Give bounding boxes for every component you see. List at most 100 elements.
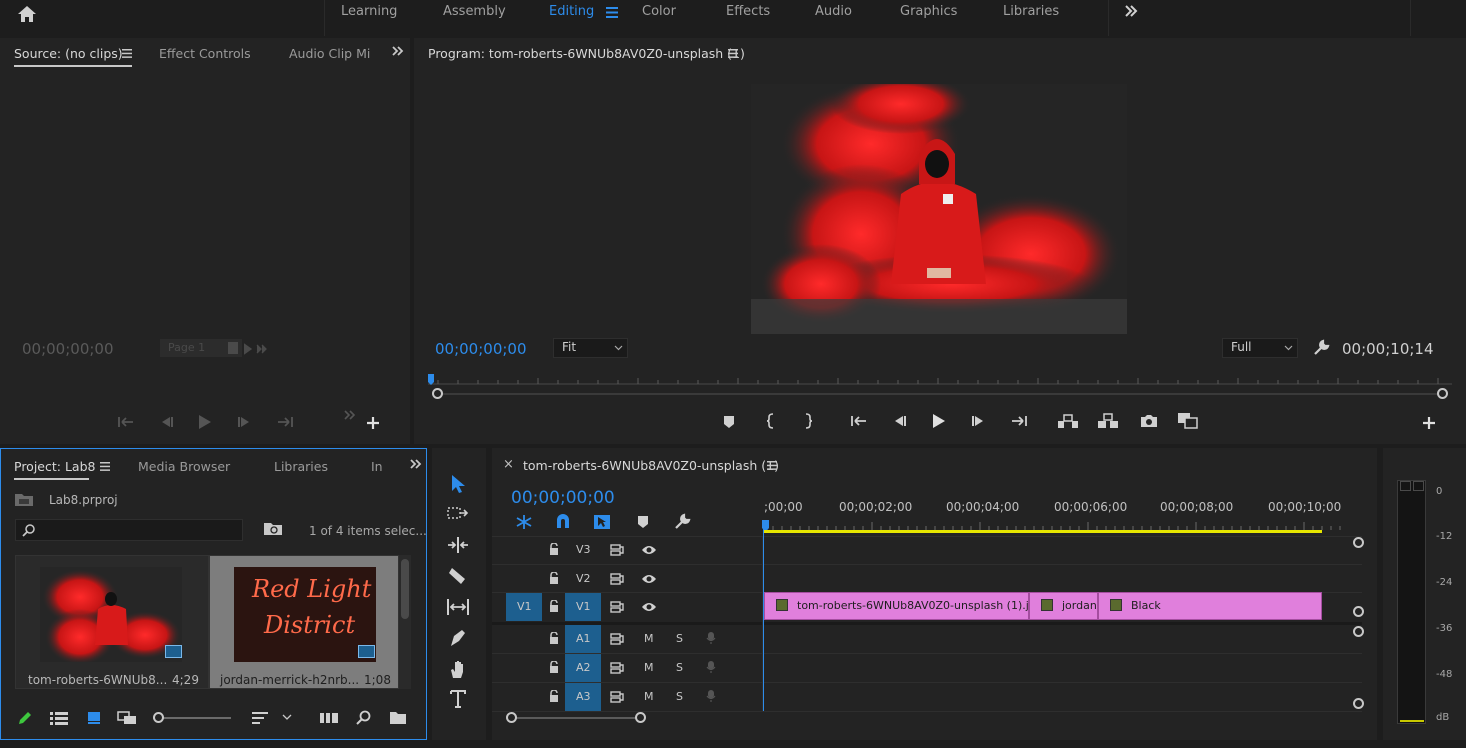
mark-out-icon[interactable] — [803, 413, 813, 429]
project-more-tabs-icon[interactable] — [410, 459, 422, 469]
eye-icon[interactable] — [641, 545, 657, 555]
track-select-tool-icon[interactable] — [447, 506, 469, 520]
playhead[interactable] — [763, 520, 764, 711]
tab-editing[interactable]: Editing — [549, 4, 594, 19]
program-zoom-scrollbar[interactable] — [432, 388, 1448, 400]
source-step-back-icon[interactable] — [158, 415, 174, 429]
compare-view-icon[interactable] — [1177, 412, 1199, 430]
voiceover-mic-icon[interactable] — [706, 660, 716, 674]
work-area-bar[interactable] — [764, 530, 1322, 533]
hand-tool-icon[interactable] — [449, 659, 467, 679]
close-sequence-button[interactable]: × — [503, 457, 514, 472]
mark-in-icon[interactable] — [766, 413, 776, 429]
eye-icon[interactable] — [641, 602, 657, 612]
mute-button[interactable]: M — [644, 661, 654, 674]
track-target-a1[interactable]: A1 — [565, 625, 601, 653]
audio-tracks-scroll-handle[interactable] — [1353, 698, 1364, 709]
type-tool-icon[interactable] — [450, 690, 466, 708]
track-name[interactable]: V3 — [576, 543, 591, 556]
program-add-button-icon[interactable] — [1422, 416, 1436, 430]
video-tracks-scroll-handle[interactable] — [1353, 606, 1364, 617]
tab-source[interactable]: Source: (no clips) — [14, 46, 123, 61]
write-protect-pencil-icon[interactable] — [17, 710, 33, 726]
video-tracks-scroll-handle[interactable] — [1353, 537, 1364, 548]
snap-magnet-icon[interactable] — [555, 514, 571, 530]
thumbnail-zoom-slider[interactable] — [153, 712, 231, 724]
timeline-clip[interactable]: tom-roberts-6WNUb8AV0Z0-unsplash (1).jpg — [764, 592, 1029, 620]
sync-lock-icon[interactable] — [610, 573, 624, 585]
tab-libraries-panel[interactable]: Libraries — [274, 459, 328, 474]
audio-tracks-scroll-handle[interactable] — [1353, 626, 1364, 637]
eye-icon[interactable] — [641, 574, 657, 584]
track-name[interactable]: V2 — [576, 572, 591, 585]
mute-button[interactable]: M — [644, 690, 654, 703]
tab-libraries[interactable]: Libraries — [1003, 4, 1059, 19]
tab-audio-clip-mixer[interactable]: Audio Clip Mi — [289, 46, 370, 61]
program-menu-icon[interactable] — [728, 49, 738, 58]
track-target-a2[interactable]: A2 — [565, 654, 601, 682]
source-go-to-out-icon[interactable] — [276, 415, 294, 429]
go-to-out-icon[interactable] — [1010, 414, 1028, 428]
timeline-clip[interactable]: Black — [1098, 592, 1322, 620]
track-target-v1[interactable]: V1 — [565, 593, 601, 621]
lock-icon[interactable] — [549, 690, 559, 702]
timeline-timecode[interactable]: 00;00;00;00 — [511, 488, 615, 508]
tab-audio[interactable]: Audio — [815, 4, 852, 19]
tab-media-browser[interactable]: Media Browser — [138, 459, 230, 474]
solo-button[interactable]: S — [676, 632, 683, 645]
add-marker-icon[interactable] — [723, 415, 735, 429]
sync-lock-icon[interactable] — [610, 691, 624, 703]
find-icon[interactable] — [356, 710, 372, 726]
tab-info[interactable]: In — [371, 459, 383, 474]
add-marker-timeline-icon[interactable] — [637, 515, 649, 529]
project-menu-icon[interactable] — [100, 462, 110, 471]
export-frame-icon[interactable] — [1140, 414, 1158, 428]
more-workspaces-icon[interactable] — [1124, 5, 1138, 17]
more-tabs-icon[interactable] — [392, 46, 404, 56]
home-icon[interactable] — [16, 4, 38, 24]
tab-graphics[interactable]: Graphics — [900, 4, 957, 19]
program-time-ruler[interactable] — [428, 374, 1452, 386]
source-add-button-icon[interactable] — [366, 416, 380, 430]
lock-icon[interactable] — [549, 600, 559, 612]
list-view-icon[interactable] — [50, 711, 68, 725]
program-monitor-frame[interactable] — [751, 84, 1127, 334]
lock-icon[interactable] — [549, 572, 559, 584]
tab-assembly[interactable]: Assembly — [443, 4, 506, 19]
project-item-thumbnail[interactable]: Red Light District jordan-merrick-h2nrb.… — [209, 555, 399, 689]
sequence-tab[interactable]: tom-roberts-6WNUb8AV0Z0-unsplash (1) — [523, 458, 779, 473]
automate-to-sequence-icon[interactable] — [319, 712, 339, 724]
settings-wrench-icon[interactable] — [1312, 339, 1330, 357]
sort-dropdown-chevron-icon[interactable] — [282, 714, 292, 720]
lock-icon[interactable] — [549, 632, 559, 644]
zoom-dropdown[interactable]: Fit — [553, 338, 628, 358]
timeline-clip[interactable]: jordan- — [1029, 592, 1098, 620]
find-folder-icon[interactable] — [263, 521, 283, 537]
sync-lock-icon[interactable] — [610, 601, 624, 613]
lock-icon[interactable] — [549, 661, 559, 673]
tab-effect-controls[interactable]: Effect Controls — [159, 46, 251, 61]
play-icon[interactable] — [932, 413, 946, 429]
slip-tool-icon[interactable] — [446, 598, 470, 616]
lock-icon[interactable] — [549, 543, 559, 555]
project-scrollbar[interactable] — [399, 555, 411, 689]
program-title[interactable]: Program: tom-roberts-6WNUb8AV0Z0-unsplas… — [428, 46, 745, 61]
quality-dropdown[interactable]: Full — [1222, 338, 1298, 358]
source-step-forward-icon[interactable] — [237, 415, 253, 429]
solo-button[interactable]: S — [676, 661, 683, 674]
voiceover-mic-icon[interactable] — [706, 689, 716, 703]
razor-tool-icon[interactable] — [448, 567, 468, 585]
track-target-a3[interactable]: A3 — [565, 683, 601, 711]
sync-lock-icon[interactable] — [610, 633, 624, 645]
source-more-icon[interactable] — [344, 410, 356, 420]
project-item-thumbnail[interactable]: tom-roberts-6WNUb8... 4;29 — [15, 555, 209, 689]
tab-learning[interactable]: Learning — [341, 4, 397, 19]
program-timecode[interactable]: 00;00;00;00 — [435, 340, 527, 358]
linked-selection-icon[interactable] — [593, 514, 611, 530]
selection-tool-icon[interactable] — [449, 474, 467, 494]
new-bin-icon[interactable] — [389, 711, 407, 725]
source-go-to-in-icon[interactable] — [117, 415, 135, 429]
step-back-icon[interactable] — [891, 414, 907, 428]
mute-button[interactable]: M — [644, 632, 654, 645]
project-search-input[interactable] — [15, 519, 243, 541]
